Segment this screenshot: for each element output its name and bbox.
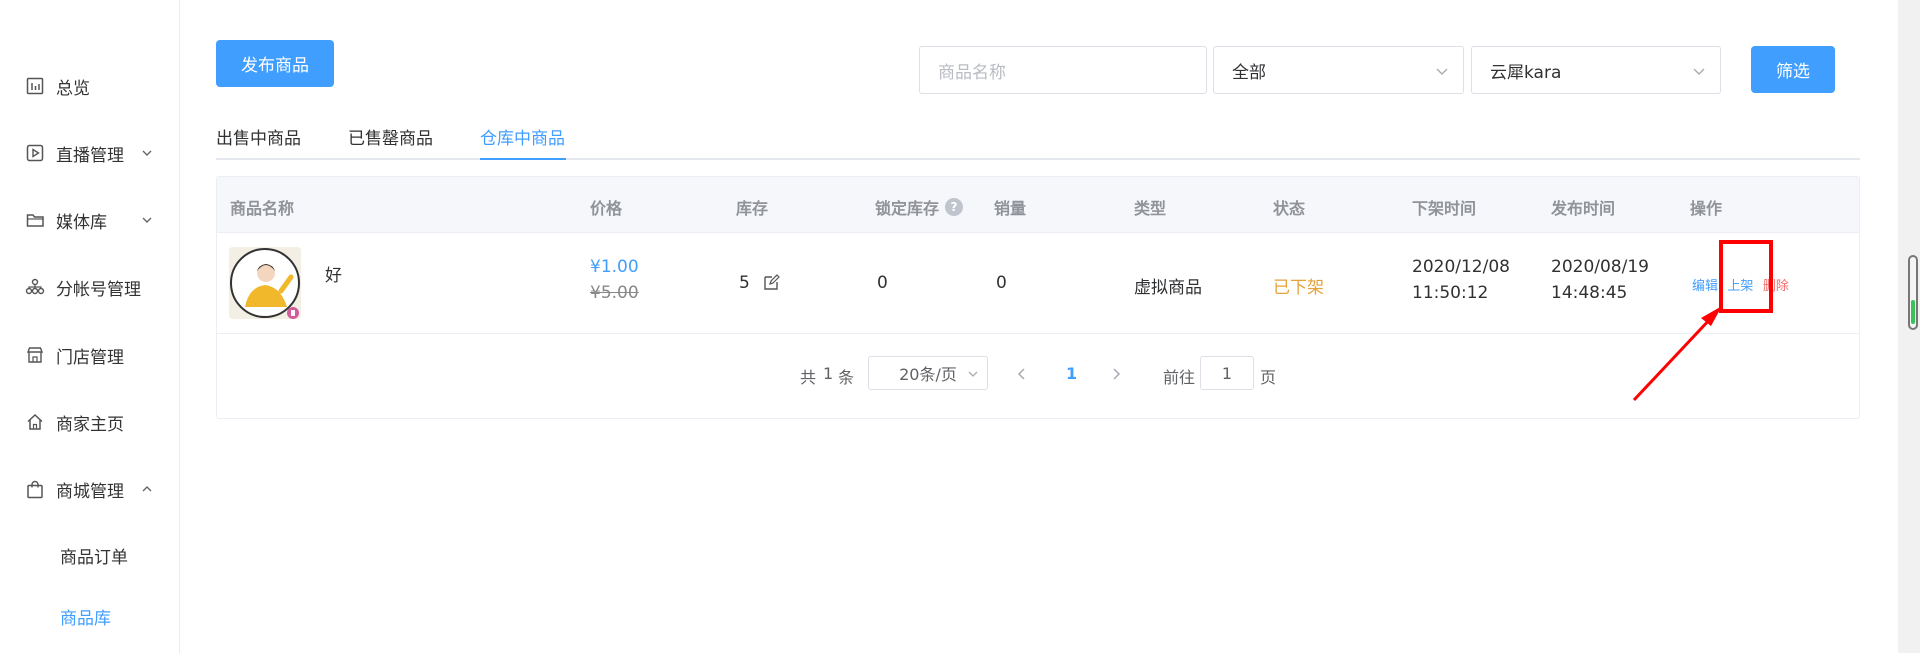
scrollbar-indicator [1911,300,1915,324]
annotation-arrow [1632,306,1722,402]
